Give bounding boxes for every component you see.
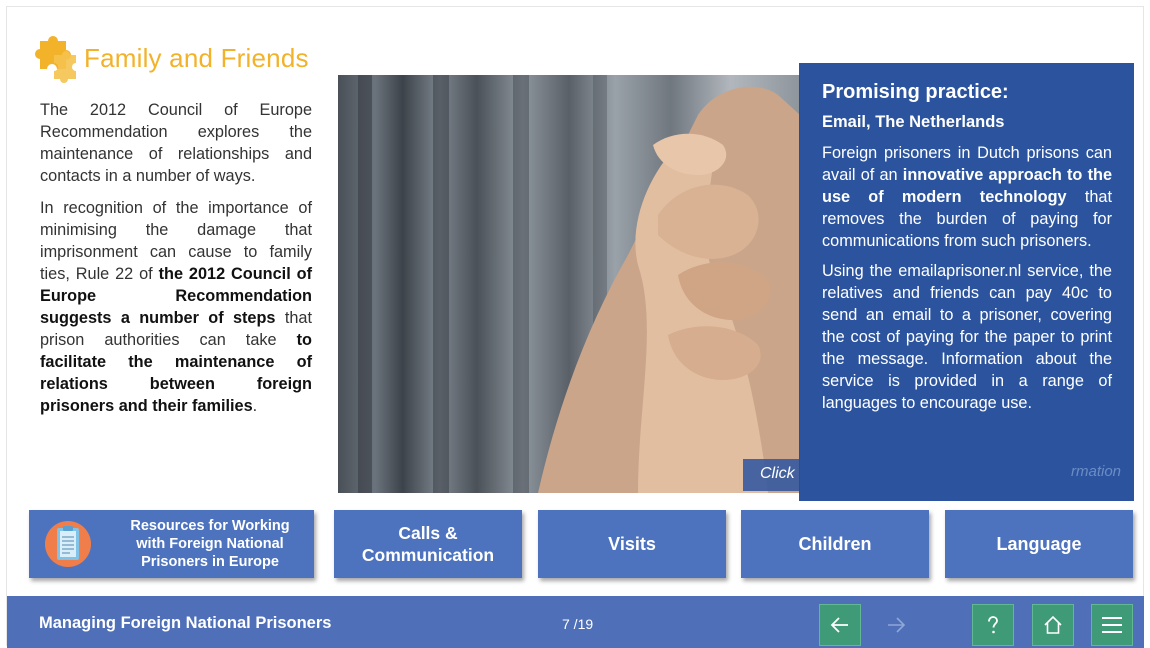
puzzle-icon xyxy=(35,35,76,83)
next-button[interactable] xyxy=(875,604,917,646)
home-icon xyxy=(1044,615,1062,634)
click-hint[interactable]: Click xyxy=(743,459,799,491)
home-button[interactable] xyxy=(1032,604,1074,646)
intro-paragraph-2: In recognition of the importance of mini… xyxy=(40,197,312,417)
panel-title: Promising practice: xyxy=(822,81,1009,103)
language-button[interactable]: Language xyxy=(945,510,1133,578)
intro-text-run: . xyxy=(252,397,258,415)
title-text: Family and Friends xyxy=(84,42,309,73)
panel-paragraph-1: Foreign prisoners in Dutch prisons can a… xyxy=(822,142,1112,252)
intro-text: The 2012 Council of Europe Recommendatio… xyxy=(40,99,312,427)
calls-button-label: Calls & Communication xyxy=(361,523,495,565)
document-icon xyxy=(45,521,91,567)
children-button-label: Children xyxy=(798,533,872,554)
resources-button[interactable]: Resources for Working with Foreign Natio… xyxy=(29,510,314,578)
intro-paragraph-1: The 2012 Council of Europe Recommendatio… xyxy=(40,101,312,185)
arrow-left-icon xyxy=(830,617,848,633)
visits-button[interactable]: Visits xyxy=(538,510,726,578)
calls-communication-button[interactable]: Calls & Communication xyxy=(334,510,522,578)
promising-practice-panel: Promising practice: Email, The Netherlan… xyxy=(799,63,1134,501)
panel-subtitle: Email, The Netherlands xyxy=(822,113,1005,131)
menu-icon xyxy=(1102,617,1122,633)
visits-button-label: Visits xyxy=(608,533,656,554)
question-icon xyxy=(988,616,998,634)
panel-paragraph-2: Using the emailaprisoner.nl service, the… xyxy=(822,262,1112,412)
footer-bar: Managing Foreign National Prisoners 7 /1… xyxy=(7,596,1144,648)
children-button[interactable]: Children xyxy=(741,510,929,578)
menu-button[interactable] xyxy=(1091,604,1133,646)
help-button[interactable] xyxy=(972,604,1014,646)
click-hint-tail: rmation xyxy=(1071,463,1122,480)
clasped-hands-photo xyxy=(338,75,800,493)
course-title: Managing Foreign National Prisoners xyxy=(39,614,332,632)
arrow-right-icon xyxy=(888,617,906,633)
resources-button-label: Resources for Working with Foreign Natio… xyxy=(130,518,290,570)
page-counter: 7 /19 xyxy=(562,616,594,632)
back-button[interactable] xyxy=(819,604,861,646)
page-title: Family and Friends xyxy=(30,33,309,83)
language-button-label: Language xyxy=(996,533,1082,554)
